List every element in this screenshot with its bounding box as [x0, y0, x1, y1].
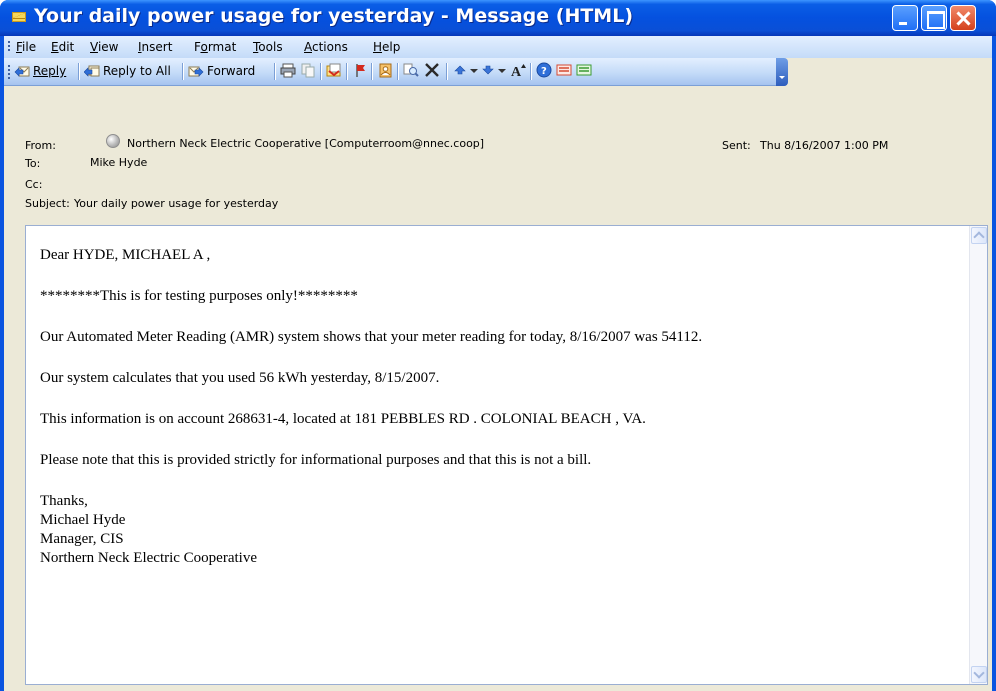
- move-to-folder-icon[interactable]: [326, 62, 342, 78]
- font-size-icon[interactable]: A: [510, 62, 526, 78]
- svg-text:?: ?: [541, 66, 547, 77]
- junk-mail-icon[interactable]: [556, 62, 572, 78]
- meter-reading-text: Our Automated Meter Reading (AMR) system…: [40, 329, 703, 345]
- test-notice-text: ********This is for testing purposes onl…: [40, 288, 358, 304]
- toolbar-grip-icon[interactable]: [8, 65, 10, 79]
- menu-format[interactable]: Format: [194, 40, 236, 54]
- toolbar-separator: [346, 63, 347, 80]
- address-book-icon[interactable]: [377, 62, 393, 78]
- forward-icon: [188, 66, 204, 77]
- menu-help[interactable]: Help: [373, 40, 400, 54]
- forward-button[interactable]: Forward: [188, 63, 270, 81]
- title-bar[interactable]: Your daily power usage for yesterday - M…: [0, 0, 996, 36]
- help-icon[interactable]: ?: [536, 62, 552, 78]
- account-text: This information is on account 268631-4,…: [40, 411, 646, 427]
- message-header: From: Northern Neck Electric Cooperative…: [4, 86, 992, 222]
- close-button[interactable]: [950, 5, 976, 31]
- not-junk-icon[interactable]: [576, 62, 592, 78]
- delete-icon[interactable]: [424, 62, 440, 78]
- toolbar-separator: [397, 63, 398, 80]
- subject-value: Your daily power usage for yesterday: [74, 197, 279, 210]
- scroll-down-arrow-icon[interactable]: [971, 666, 987, 683]
- toolbar-separator: [446, 63, 447, 80]
- reply-to-all-button[interactable]: Reply to All: [84, 63, 178, 81]
- message-window: Your daily power usage for yesterday - M…: [0, 0, 996, 691]
- scroll-up-arrow-icon[interactable]: [971, 227, 987, 244]
- to-label: To:: [25, 157, 41, 170]
- to-value[interactable]: Mike Hyde: [90, 156, 147, 169]
- minimize-button[interactable]: [892, 5, 918, 31]
- next-dropdown-icon[interactable]: [494, 62, 510, 78]
- maximize-button[interactable]: [921, 5, 947, 31]
- window-title: Your daily power usage for yesterday - M…: [34, 5, 634, 27]
- disclaimer-text: Please note that this is provided strict…: [40, 452, 592, 468]
- toolbar-separator: [274, 63, 275, 80]
- toolbar-options-chevron-icon[interactable]: [776, 58, 788, 86]
- signature-block: Thanks, Michael Hyde Manager, CIS Northe…: [40, 492, 960, 568]
- usage-text: Our system calculates that you used 56 k…: [40, 370, 440, 386]
- menu-file[interactable]: File: [16, 40, 36, 54]
- standard-toolbar: Reply Reply to All Forward A ?: [4, 58, 788, 86]
- menu-view[interactable]: View: [90, 40, 118, 54]
- from-label: From:: [25, 139, 56, 152]
- menu-bar: File Edit View Insert Format Tools Actio…: [4, 36, 992, 58]
- reply-button[interactable]: Reply: [14, 63, 76, 81]
- message-body[interactable]: Dear HYDE, MICHAEL A , ********This is f…: [25, 225, 988, 685]
- sent-label: Sent:: [722, 139, 751, 152]
- signature-line: Thanks,: [40, 493, 88, 509]
- menu-tools[interactable]: Tools: [253, 40, 283, 54]
- greeting-text: Dear HYDE, MICHAEL A ,: [40, 247, 211, 263]
- toolbar-separator: [320, 63, 321, 80]
- flag-icon[interactable]: [352, 62, 368, 78]
- signature-line: Manager, CIS: [40, 531, 124, 547]
- forward-label: Forward: [207, 64, 256, 78]
- reply-all-icon: [84, 65, 100, 77]
- toolbar-separator: [78, 63, 79, 80]
- reply-to-all-label: Reply to All: [103, 64, 171, 78]
- find-icon[interactable]: [403, 62, 419, 78]
- menu-actions[interactable]: Actions: [304, 40, 348, 54]
- reply-icon: [14, 66, 30, 77]
- menu-insert[interactable]: Insert: [138, 40, 172, 54]
- vertical-scrollbar[interactable]: [969, 226, 987, 684]
- subject-label: Subject:: [25, 197, 70, 210]
- signature-line: Michael Hyde: [40, 512, 126, 528]
- print-icon[interactable]: [280, 62, 296, 78]
- toolbar-separator: [371, 63, 372, 80]
- toolbar-separator: [530, 63, 531, 80]
- menu-edit[interactable]: Edit: [51, 40, 74, 54]
- sent-value: Thu 8/16/2007 1:00 PM: [760, 139, 889, 152]
- reply-label: Reply: [33, 64, 67, 78]
- menubar-grip-icon[interactable]: [8, 41, 10, 53]
- signature-line: Northern Neck Electric Cooperative: [40, 550, 257, 566]
- svg-text:A: A: [511, 65, 522, 78]
- from-value[interactable]: Northern Neck Electric Cooperative [Comp…: [127, 137, 484, 150]
- cc-label: Cc:: [25, 178, 43, 191]
- toolbar-separator: [182, 63, 183, 80]
- presence-status-icon[interactable]: [106, 134, 120, 148]
- copy-icon[interactable]: [300, 62, 316, 78]
- message-body-text: Dear HYDE, MICHAEL A , ********This is f…: [40, 246, 960, 568]
- envelope-icon: [12, 12, 26, 22]
